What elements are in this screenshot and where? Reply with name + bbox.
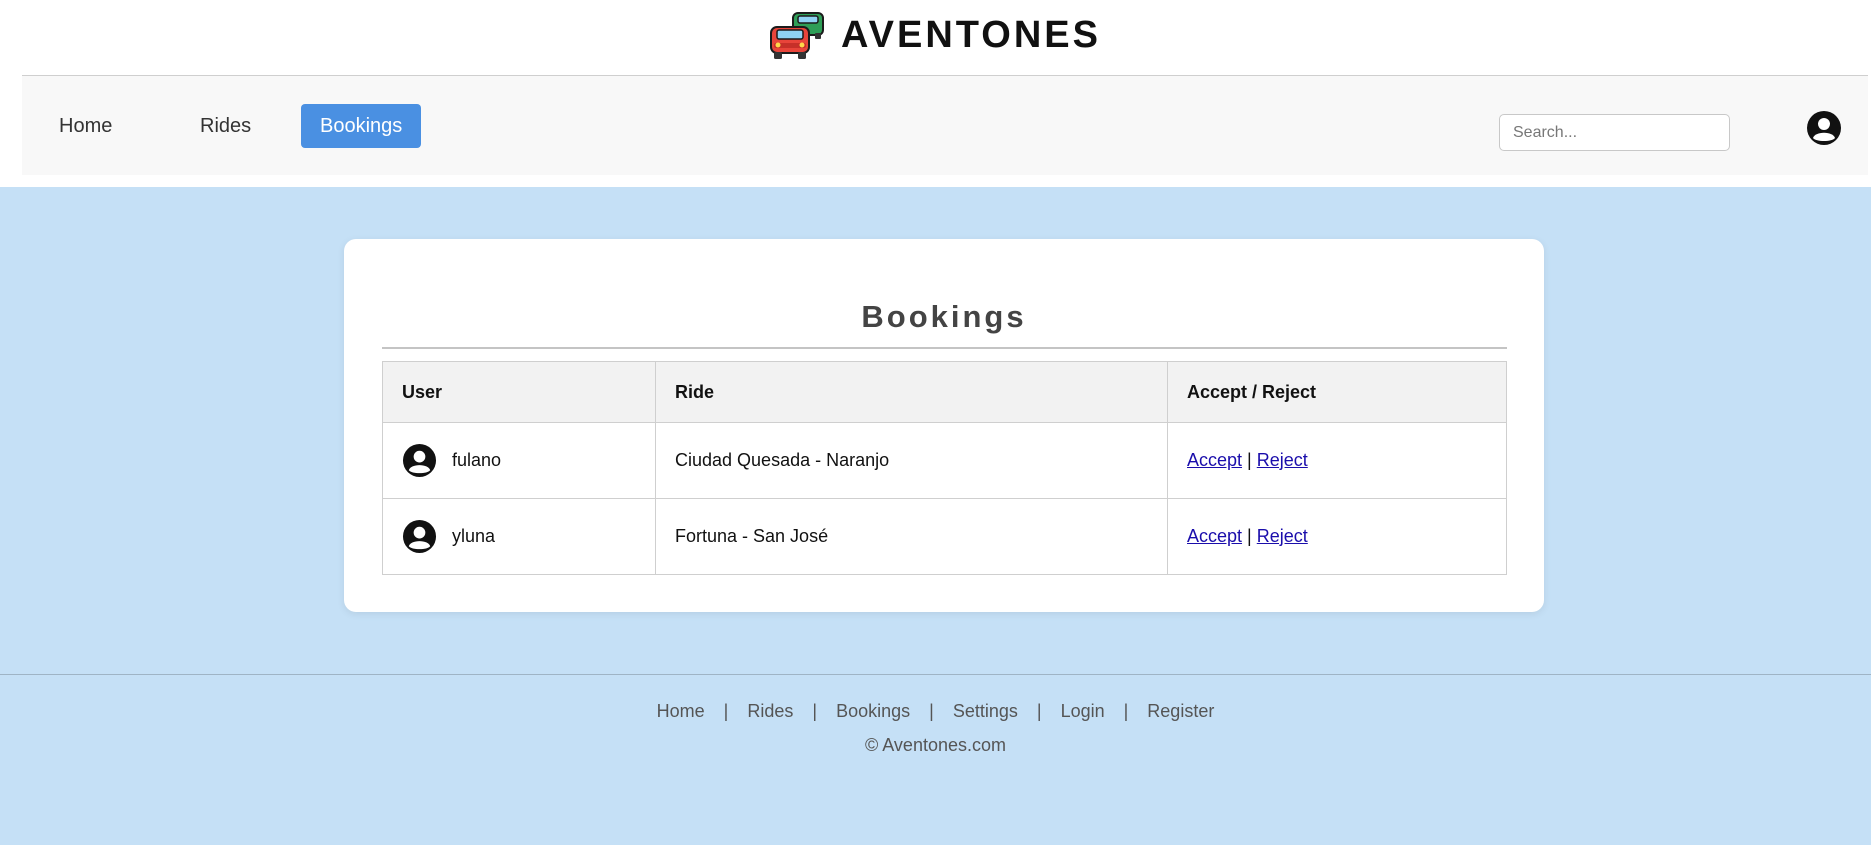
avatar-icon — [402, 519, 437, 554]
nav-home[interactable]: Home — [40, 104, 131, 148]
title-divider — [382, 347, 1507, 349]
table-row: fulano Ciudad Quesada - Naranjo Accept |… — [382, 422, 1507, 499]
footer-separator: | — [812, 701, 818, 721]
cars-logo-icon — [770, 12, 824, 59]
accept-link[interactable]: Accept — [1187, 526, 1242, 546]
ride-cell: Fortuna - San José — [655, 498, 1168, 575]
footer: Home | Rides | Bookings | Settings | Log… — [0, 674, 1871, 845]
table-header-row: User Ride Accept / Reject — [382, 361, 1507, 423]
column-header-ride: Ride — [655, 361, 1168, 423]
footer-link-rides[interactable]: Rides — [747, 701, 793, 722]
brand-title: AVENTONES — [841, 13, 1101, 56]
user-cell: yluna — [382, 498, 656, 575]
navbar: Home Rides Bookings — [22, 75, 1868, 175]
search-input[interactable] — [1499, 114, 1730, 151]
action-separator: | — [1247, 450, 1252, 470]
table-row: yluna Fortuna - San José Accept | Reject — [382, 498, 1507, 575]
column-header-user: User — [382, 361, 656, 423]
footer-separator: | — [1123, 701, 1129, 721]
footer-separator: | — [723, 701, 729, 721]
footer-nav: Home | Rides | Bookings | Settings | Log… — [0, 701, 1871, 722]
reject-link[interactable]: Reject — [1257, 526, 1308, 546]
user-circle-icon[interactable] — [1806, 110, 1842, 146]
nav-rides[interactable]: Rides — [181, 104, 270, 148]
accept-link[interactable]: Accept — [1187, 450, 1242, 470]
brand: AVENTONES — [0, 4, 1871, 66]
nav-bookings[interactable]: Bookings — [301, 104, 422, 148]
user-cell: fulano — [382, 422, 656, 499]
footer-link-register[interactable]: Register — [1147, 701, 1214, 722]
username: yluna — [452, 526, 496, 546]
ride-cell: Ciudad Quesada - Naranjo — [655, 422, 1168, 499]
username: fulano — [452, 450, 502, 470]
footer-separator: | — [929, 701, 934, 721]
actions-cell: Accept | Reject — [1167, 422, 1507, 499]
footer-separator: | — [1036, 701, 1042, 721]
column-header-accept-reject: Accept / Reject — [1167, 361, 1507, 423]
reject-link[interactable]: Reject — [1257, 450, 1308, 470]
bookings-table: User Ride Accept / Reject fulano Ciudad … — [382, 361, 1507, 575]
footer-link-login[interactable]: Login — [1061, 701, 1105, 722]
copyright: © Aventones.com — [864, 735, 1006, 755]
footer-link-home[interactable]: Home — [657, 701, 705, 722]
header: AVENTONES Home Rides Bookings — [0, 0, 1871, 187]
page-title: Bookings — [861, 299, 1027, 334]
avatar-icon — [402, 443, 437, 478]
action-separator: | — [1247, 526, 1252, 546]
footer-link-bookings[interactable]: Bookings — [836, 701, 910, 722]
bookings-card: Bookings User Ride Accept / Reject fulan… — [344, 239, 1544, 612]
actions-cell: Accept | Reject — [1167, 498, 1507, 575]
footer-link-settings[interactable]: Settings — [953, 701, 1018, 722]
